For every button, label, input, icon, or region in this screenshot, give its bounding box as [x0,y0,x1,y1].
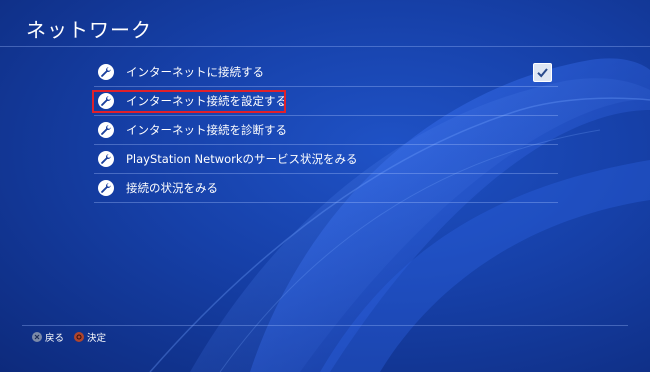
menu-item-diagnose-connection[interactable]: インターネット接続を診断する [94,116,558,145]
footer-divider [22,325,628,326]
wrench-icon [98,122,114,138]
back-label[interactable]: 戻る [45,330,64,344]
connect-checkbox[interactable] [533,63,552,82]
menu-item-label: PlayStation Networkのサービス状況をみる [126,152,358,166]
checkmark-icon [537,68,548,78]
page-title: ネットワーク [26,18,152,42]
confirm-label[interactable]: 決定 [87,330,106,344]
network-menu: インターネットに接続する インターネット接続を設定する インターネット接続を診断… [94,58,558,203]
menu-item-connection-status[interactable]: 接続の状況をみる [94,174,558,203]
menu-item-connect-internet[interactable]: インターネットに接続する [94,58,558,87]
wrench-icon [98,64,114,80]
network-screen: { "screen": { "title": "ネットワーク" }, "menu… [0,0,650,372]
wrench-icon [98,151,114,167]
title-divider [0,46,650,47]
selection-highlight [92,90,286,113]
menu-item-label: インターネットに接続する [126,65,264,79]
menu-item-psn-status[interactable]: PlayStation Networkのサービス状況をみる [94,145,558,174]
circle-button-icon [74,332,85,342]
cross-button-icon [32,332,42,342]
menu-item-label: 接続の状況をみる [126,181,218,195]
button-guide: 戻る 決定 [32,330,106,344]
menu-item-label: インターネット接続を診断する [126,123,287,137]
wrench-icon [98,180,114,196]
